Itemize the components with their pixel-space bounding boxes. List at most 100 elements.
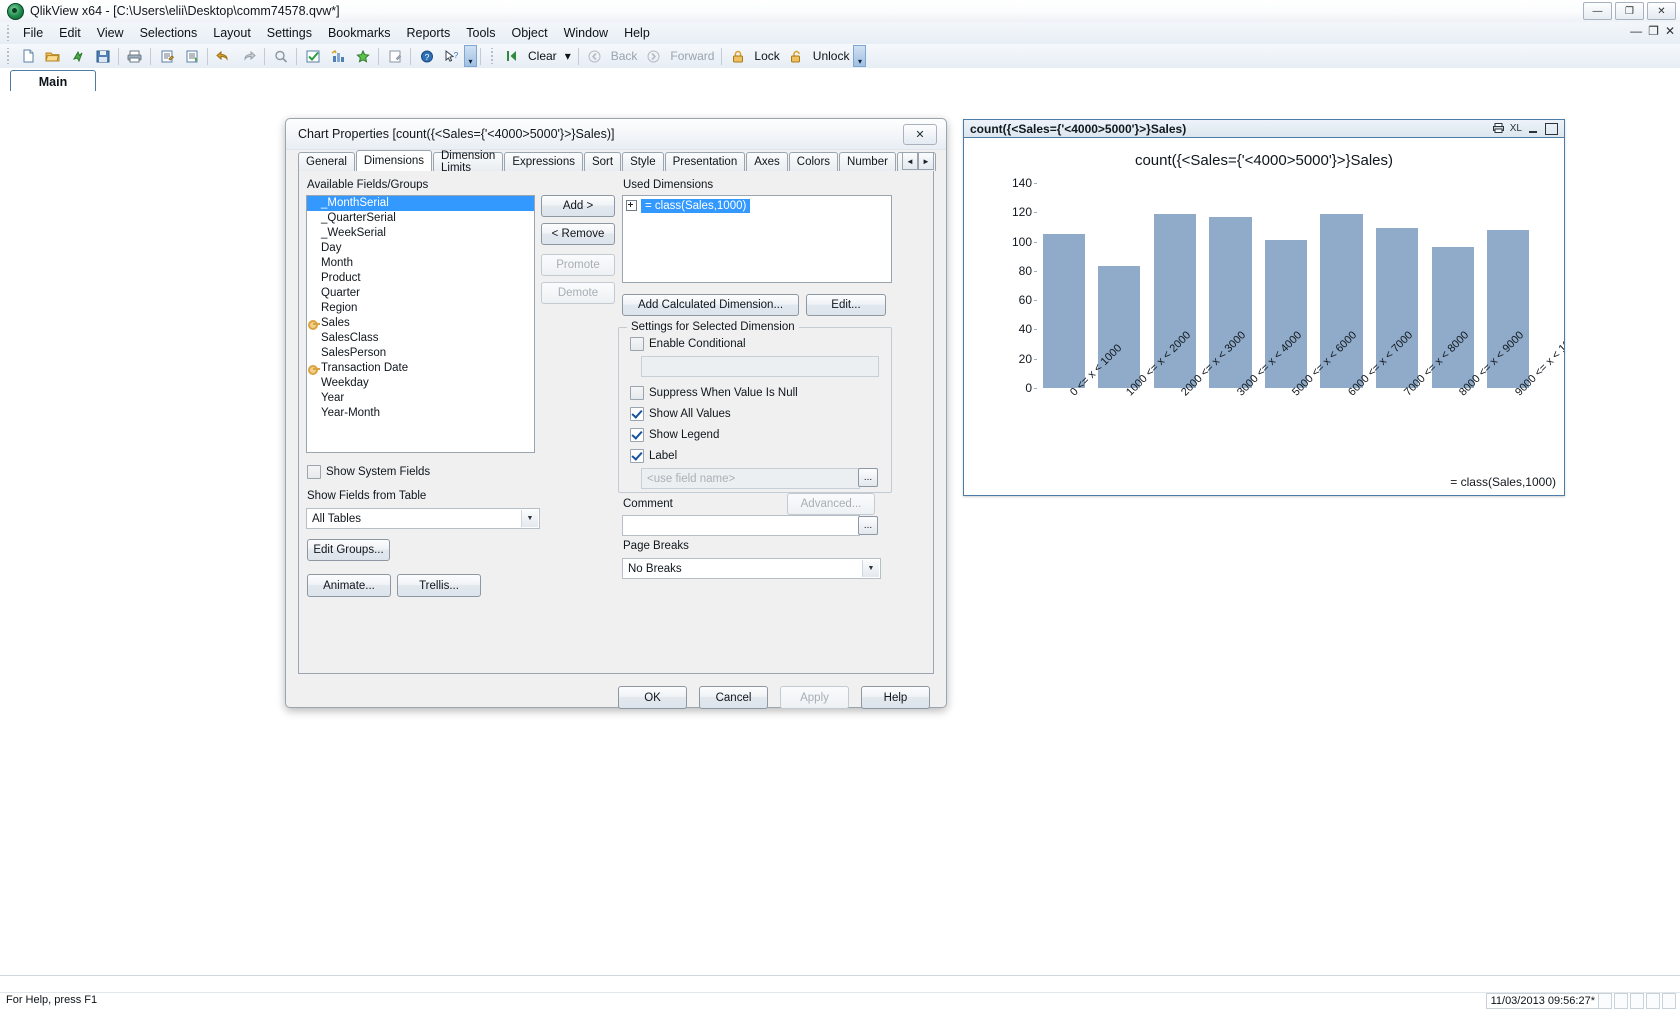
tab-dimension-limits[interactable]: Dimension Limits — [433, 150, 504, 174]
label-checkbox[interactable]: Label — [630, 449, 677, 463]
available-field-item[interactable]: SalesClass — [307, 331, 534, 346]
mdi-close-button[interactable]: ✕ — [1665, 24, 1675, 38]
toolbar-overflow-button[interactable]: ▾ — [464, 45, 477, 67]
show-system-fields-checkbox[interactable]: Show System Fields — [307, 465, 430, 479]
expand-icon[interactable] — [626, 200, 637, 211]
label-browse-button[interactable]: ... — [858, 468, 878, 487]
window-close-button[interactable]: ✕ — [1647, 2, 1676, 20]
tab-sort[interactable]: Sort — [583, 152, 622, 171]
clear-button[interactable]: Clear ▾ — [499, 45, 575, 67]
new-document-icon[interactable] — [16, 45, 39, 67]
apply-button[interactable]: Apply — [780, 686, 849, 709]
unlock-button[interactable]: Unlock — [784, 45, 854, 67]
window-minimize-button[interactable]: — — [1583, 2, 1612, 20]
tab-presentation[interactable]: Presentation — [664, 152, 746, 171]
minimize-icon[interactable] — [1528, 124, 1539, 134]
used-dimensions-list[interactable]: = class(Sales,1000) — [622, 195, 892, 283]
trellis-button[interactable]: Trellis... — [397, 574, 481, 597]
print-icon[interactable] — [123, 45, 146, 67]
select-check-icon[interactable] — [301, 45, 324, 67]
tab-colors[interactable]: Colors — [788, 152, 839, 171]
available-field-item[interactable]: Transaction Date — [307, 361, 534, 376]
undo-icon[interactable] — [212, 45, 235, 67]
chart-bar[interactable] — [1042, 234, 1085, 388]
edit-dimension-button[interactable]: Edit... — [806, 294, 886, 316]
advanced-button[interactable]: Advanced... — [787, 493, 875, 515]
chart-icon[interactable] — [326, 45, 349, 67]
available-field-item[interactable]: SalesPerson — [307, 346, 534, 361]
menu-bookmarks[interactable]: Bookmarks — [320, 24, 399, 42]
sheet-tab-main[interactable]: Main — [10, 70, 96, 92]
available-field-item[interactable]: _WeekSerial — [307, 226, 534, 241]
tab-nav-next-button[interactable]: ► — [918, 152, 934, 170]
available-field-item[interactable]: _QuarterSerial — [307, 211, 534, 226]
available-field-item[interactable]: Month — [307, 256, 534, 271]
promote-dimension-button[interactable]: Promote — [541, 254, 615, 276]
open-folder-icon[interactable] — [41, 45, 64, 67]
clear-toolbar-overflow-button[interactable]: ▾ — [853, 45, 867, 67]
toolbar-drag-grip[interactable] — [4, 48, 13, 64]
cancel-button[interactable]: Cancel — [699, 686, 768, 709]
available-field-item[interactable]: Weekday — [307, 376, 534, 391]
maximize-icon[interactable] — [1545, 122, 1558, 135]
help-icon[interactable]: ? — [415, 45, 438, 67]
tab-style[interactable]: Style — [622, 152, 664, 171]
menu-view[interactable]: View — [89, 24, 132, 42]
lock-button[interactable]: Lock — [725, 45, 783, 67]
save-icon[interactable] — [91, 45, 114, 67]
mdi-restore-button[interactable]: ❐ — [1648, 24, 1659, 38]
clear-dropdown-arrow[interactable]: ▾ — [561, 49, 575, 63]
menu-reports[interactable]: Reports — [399, 24, 459, 42]
dialog-close-button[interactable]: ✕ — [903, 123, 937, 145]
available-field-item[interactable]: Quarter — [307, 286, 534, 301]
show-fields-from-table-select[interactable]: All Tables ▼ — [306, 508, 540, 529]
tab-nav-prev-button[interactable]: ◄ — [902, 152, 918, 170]
chart-caption-bar[interactable]: count({<Sales={'<4000>5000'}>}Sales) XL — [964, 120, 1564, 138]
available-field-item[interactable]: Region — [307, 301, 534, 316]
edit-groups-button[interactable]: Edit Groups... — [307, 539, 390, 561]
help-button[interactable]: Help — [861, 686, 930, 709]
chevron-down-icon[interactable]: ▼ — [862, 560, 879, 577]
reload-icon[interactable] — [66, 45, 89, 67]
note-icon[interactable] — [383, 45, 406, 67]
available-field-item[interactable]: Year — [307, 391, 534, 406]
available-field-item[interactable]: Product — [307, 271, 534, 286]
available-field-item[interactable]: _MonthSerial — [307, 196, 534, 211]
label-input[interactable]: <use field name> — [641, 468, 860, 489]
clear-toolbar-grip[interactable] — [488, 48, 497, 64]
menu-help[interactable]: Help — [616, 24, 658, 42]
comment-input[interactable] — [622, 515, 860, 536]
menu-tools[interactable]: Tools — [458, 24, 503, 42]
menu-file[interactable]: File — [15, 24, 51, 42]
redo-icon[interactable] — [237, 45, 260, 67]
edit-script-icon[interactable] — [155, 45, 178, 67]
forward-button[interactable]: Forward — [641, 45, 718, 67]
menu-layout[interactable]: Layout — [205, 24, 259, 42]
chart-bar-cell[interactable] — [1036, 183, 1092, 388]
show-legend-checkbox[interactable]: Show Legend — [630, 428, 719, 442]
remove-dimension-button[interactable]: < Remove — [541, 223, 615, 245]
available-field-item[interactable]: Sales — [307, 316, 534, 331]
add-calculated-dimension-button[interactable]: Add Calculated Dimension... — [622, 294, 799, 316]
export-excel-icon[interactable]: XL — [1510, 123, 1522, 134]
suppress-when-null-checkbox[interactable]: Suppress When Value Is Null — [630, 386, 798, 400]
mdi-minimize-button[interactable]: — — [1630, 24, 1642, 38]
ok-button[interactable]: OK — [618, 686, 687, 709]
menu-drag-grip[interactable] — [4, 25, 13, 41]
menu-edit[interactable]: Edit — [51, 24, 89, 42]
favorite-star-icon[interactable] — [351, 45, 374, 67]
available-fields-list[interactable]: _MonthSerial _QuarterSerial _WeekSerial Day… — [306, 195, 535, 453]
search-icon[interactable] — [269, 45, 292, 67]
demote-dimension-button[interactable]: Demote — [541, 282, 615, 304]
tab-number[interactable]: Number — [839, 152, 896, 171]
tab-axes[interactable]: Axes — [746, 152, 788, 171]
animate-button[interactable]: Animate... — [307, 574, 391, 597]
available-field-item[interactable]: Day — [307, 241, 534, 256]
print-icon[interactable] — [1492, 122, 1504, 136]
enable-conditional-checkbox[interactable]: Enable Conditional — [630, 337, 746, 351]
comment-browse-button[interactable]: ... — [858, 516, 878, 535]
chevron-down-icon[interactable]: ▼ — [521, 510, 538, 527]
add-dimension-button[interactable]: Add > — [541, 195, 615, 217]
menu-settings[interactable]: Settings — [259, 24, 320, 42]
table-viewer-icon[interactable] — [180, 45, 203, 67]
